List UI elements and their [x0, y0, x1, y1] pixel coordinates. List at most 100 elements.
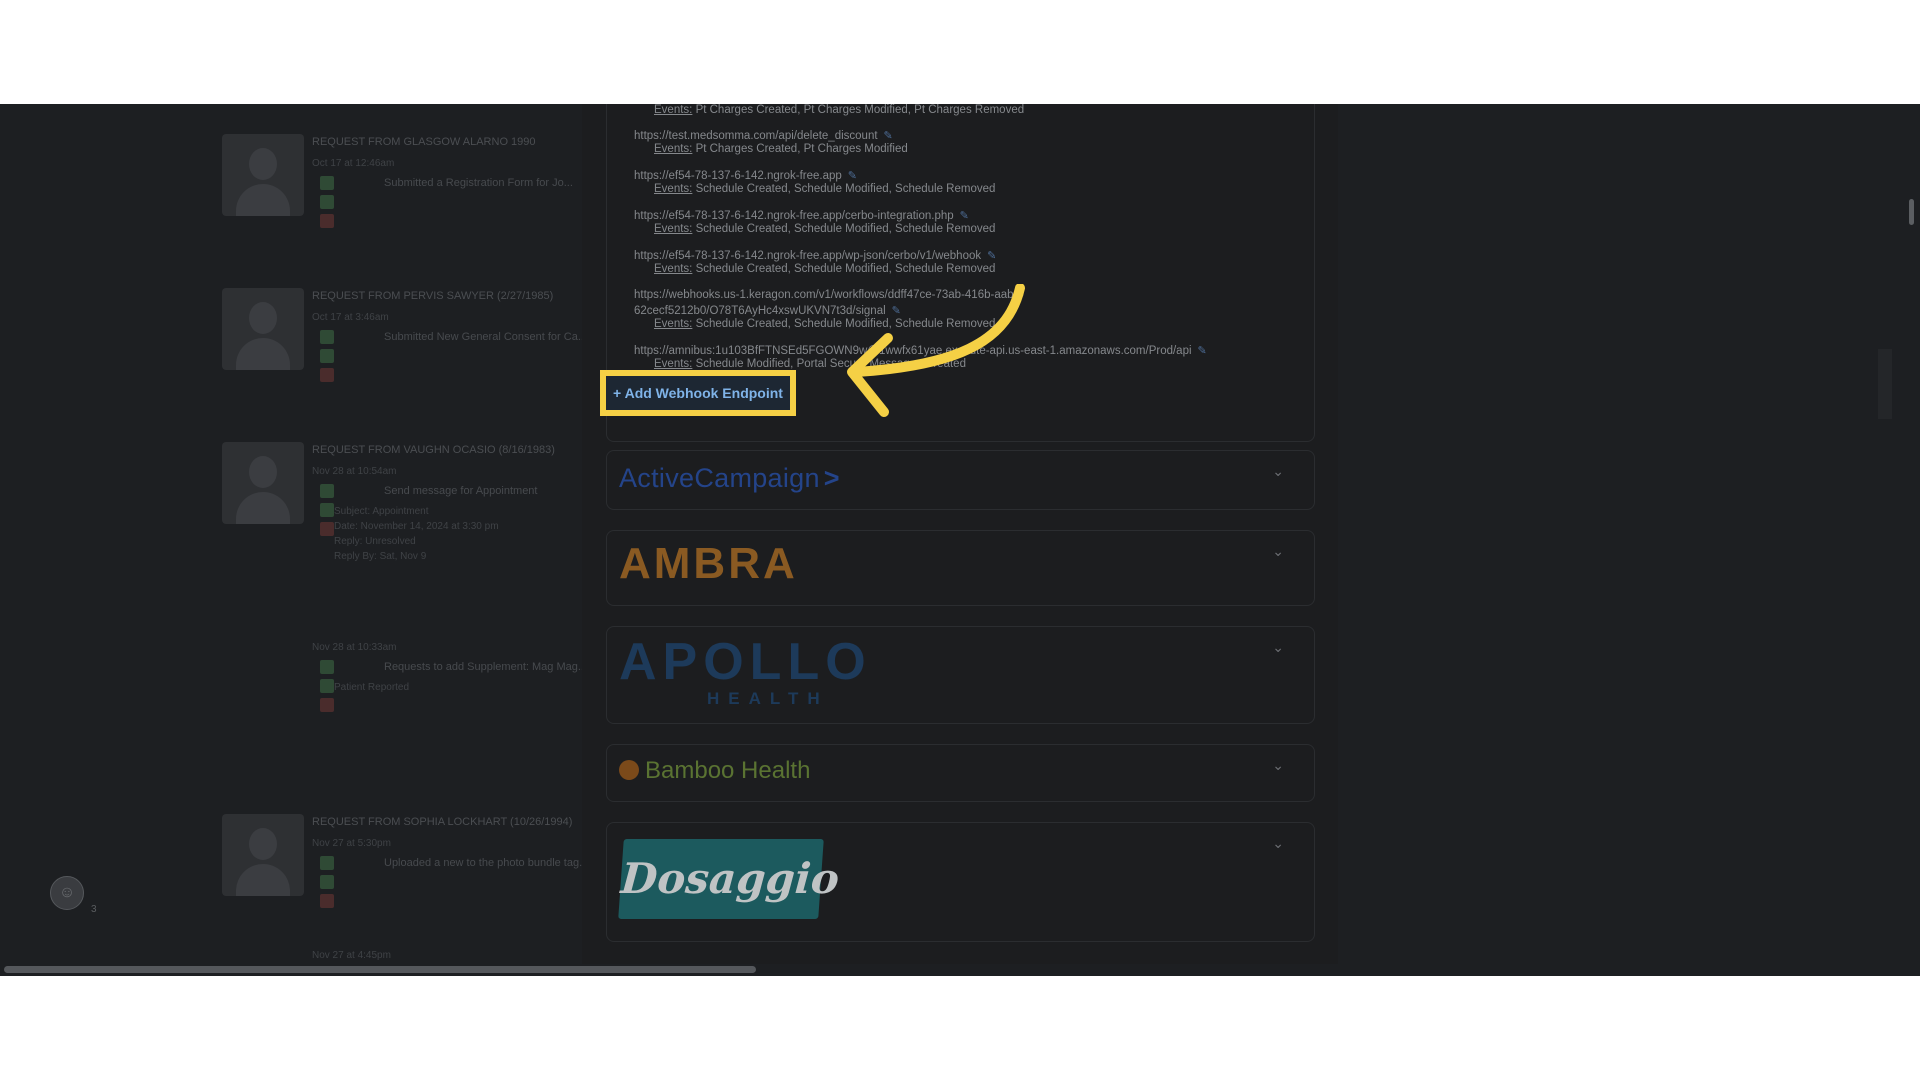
- avatar: [222, 814, 304, 896]
- check-icon: [320, 195, 334, 209]
- flag-icon: [320, 368, 334, 382]
- pencil-icon[interactable]: ✎: [960, 210, 969, 222]
- vertical-scrollbar[interactable]: [1909, 199, 1914, 225]
- integration-card-ambra[interactable]: AMBRA ⌄: [606, 530, 1315, 606]
- notification-count: 3: [91, 904, 97, 915]
- events-label: Events:: [654, 318, 693, 330]
- feed-time: Nov 28 at 10:33am: [312, 642, 397, 653]
- integration-card-dosaggio[interactable]: Dosaggio ⌄: [606, 822, 1315, 942]
- flag-icon: [320, 522, 334, 536]
- feed-text: Submitted a Registration Form for Jo...: [384, 177, 573, 189]
- webhook-url-text: https://ef54-78-137-6-142.ngrok-free.app…: [634, 210, 954, 222]
- events-label: Events:: [654, 223, 693, 235]
- webhook-events: Events: Pt Charges Created, Pt Charges M…: [654, 143, 908, 155]
- integration-card-apollo[interactable]: APOLLO HEALTH ⌄: [606, 626, 1315, 724]
- avatar: [222, 134, 304, 216]
- activecampaign-logo: ActiveCampaign >: [619, 463, 840, 494]
- events-label: Events:: [654, 104, 693, 116]
- feed-text: Submitted New General Consent for Ca...: [384, 331, 587, 343]
- events-list: Schedule Created, Schedule Modified, Sch…: [695, 183, 996, 195]
- check-icon: [320, 176, 334, 190]
- events-label: Events:: [654, 358, 693, 370]
- webhook-url: https://ef54-78-137-6-142.ngrok-free.app…: [634, 169, 857, 182]
- events-list: Schedule Created, Schedule Modified, Sch…: [695, 263, 996, 275]
- feed-status-icons: [320, 660, 340, 712]
- integration-card-bamboo-health[interactable]: Bamboo Health ⌄: [606, 744, 1315, 802]
- flag-icon: [320, 894, 334, 908]
- events-label: Events:: [654, 183, 693, 195]
- webhook-events: Events: Schedule Created, Schedule Modif…: [654, 183, 995, 195]
- check-icon: [320, 484, 334, 498]
- check-icon: [320, 660, 334, 674]
- webhook-url: https://test.medsomma.com/api/delete_dis…: [634, 129, 893, 142]
- ambra-logo: AMBRA: [619, 539, 798, 588]
- avatar: [222, 442, 304, 524]
- webhook-events: Events: Schedule Created, Schedule Modif…: [654, 263, 995, 275]
- webhook-events: Events: Pt Charges Created, Pt Charges M…: [654, 104, 1024, 116]
- events-list: Pt Charges Created, Pt Charges Modified: [695, 143, 908, 155]
- apollo-logo: APOLLO: [619, 633, 872, 691]
- pencil-icon[interactable]: ✎: [1198, 345, 1207, 357]
- apollo-logo-sub: HEALTH: [707, 689, 829, 708]
- feed-title: REQUEST FROM SOPHIA LOCKHART (10/26/1994…: [312, 816, 573, 828]
- events-list: Pt Charges Created, Pt Charges Modified,…: [695, 104, 1025, 116]
- logo-mark: >: [823, 463, 840, 493]
- integrations-panel: Events: Pt Charges Created, Pt Charges M…: [582, 104, 1338, 976]
- check-icon: [320, 875, 334, 889]
- webhook-url: https://ef54-78-137-6-142.ngrok-free.app…: [634, 249, 996, 262]
- bamboo-logo-icon: [619, 760, 639, 780]
- flag-icon: [320, 698, 334, 712]
- check-icon: [320, 330, 334, 344]
- feed-status-icons: [320, 176, 340, 228]
- chevron-down-icon[interactable]: ⌄: [1272, 543, 1284, 560]
- feed-time: Nov 27 at 5:30pm: [312, 838, 391, 849]
- feed-text: Uploaded a new to the photo bundle tag..…: [384, 857, 589, 869]
- side-toolbar: [1878, 349, 1892, 419]
- pencil-icon[interactable]: ✎: [987, 250, 996, 262]
- integration-card-activecampaign[interactable]: ActiveCampaign > ⌄: [606, 450, 1315, 510]
- feed-detail: Reply By: Sat, Nov 9: [334, 551, 427, 562]
- feed-time: Oct 17 at 3:46am: [312, 312, 389, 323]
- pencil-icon[interactable]: ✎: [884, 130, 893, 142]
- webhook-url: https://ef54-78-137-6-142.ngrok-free.app…: [634, 209, 969, 222]
- feed-time: Nov 27 at 4:45pm: [312, 950, 391, 961]
- webhook-events: Events: Schedule Created, Schedule Modif…: [654, 223, 995, 235]
- dosaggio-logo: Dosaggio: [618, 839, 841, 919]
- chevron-down-icon[interactable]: ⌄: [1272, 639, 1284, 656]
- events-label: Events:: [654, 143, 693, 155]
- check-icon: [320, 349, 334, 363]
- feed-status-icons: [320, 856, 340, 908]
- feed-detail: Date: November 14, 2024 at 3:30 pm: [334, 521, 499, 532]
- app-canvas: REQUEST FROM GLASGOW ALARNO 1990 Oct 17 …: [0, 104, 1920, 976]
- check-icon: [320, 856, 334, 870]
- pencil-icon[interactable]: ✎: [848, 170, 857, 182]
- feed-text: Requests to add Supplement: Mag Mag...: [384, 661, 588, 673]
- feed-title: REQUEST FROM VAUGHN OCASIO (8/16/1983): [312, 444, 555, 456]
- feed-detail: Subject: Appointment: [334, 506, 429, 517]
- feed-text: Send message for Appointment: [384, 485, 538, 497]
- flag-icon: [320, 214, 334, 228]
- chevron-down-icon[interactable]: ⌄: [1272, 835, 1284, 852]
- feed-status-icons: [320, 484, 340, 536]
- bamboo-health-logo: Bamboo Health: [645, 757, 811, 784]
- add-webhook-endpoint-button[interactable]: + Add Webhook Endpoint: [600, 370, 796, 416]
- webhook-url-text: https://ef54-78-137-6-142.ngrok-free.app: [634, 170, 842, 182]
- chevron-down-icon[interactable]: ⌄: [1272, 463, 1284, 480]
- events-list: Schedule Created, Schedule Modified, Sch…: [695, 223, 996, 235]
- feed-title: REQUEST FROM PERVIS SAWYER (2/27/1985): [312, 290, 554, 302]
- check-icon: [320, 679, 334, 693]
- horizontal-scrollbar[interactable]: [4, 966, 756, 973]
- highlight-arrow-icon: [847, 284, 1025, 417]
- logo-text: Dosaggio: [619, 854, 841, 903]
- add-webhook-label: + Add Webhook Endpoint: [613, 385, 783, 401]
- feed-time: Oct 17 at 12:46am: [312, 158, 395, 169]
- webhook-url-text: https://test.medsomma.com/api/delete_dis…: [634, 130, 878, 142]
- chevron-down-icon[interactable]: ⌄: [1272, 757, 1284, 774]
- check-icon: [320, 503, 334, 517]
- feed-detail: Reply: Unresolved: [334, 536, 416, 547]
- feed-detail: Patient Reported: [334, 682, 410, 693]
- feed-time: Nov 28 at 10:54am: [312, 466, 397, 477]
- webhook-url-text: https://ef54-78-137-6-142.ngrok-free.app…: [634, 250, 982, 262]
- feed-status-icons: [320, 330, 340, 382]
- user-circle-icon[interactable]: ☺: [50, 876, 84, 910]
